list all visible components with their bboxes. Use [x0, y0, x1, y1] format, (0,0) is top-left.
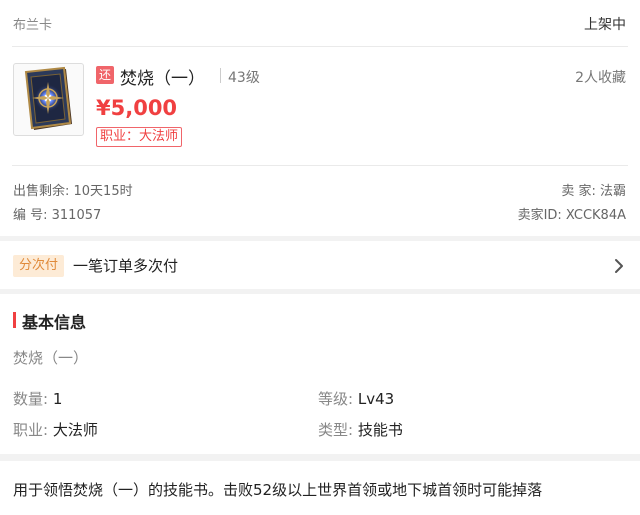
job-field: 职业: 大法师 [13, 419, 98, 440]
item-price: ¥5,000 [96, 96, 178, 120]
quantity-field: 数量: 1 [13, 388, 62, 409]
favorite-count[interactable]: 2人收藏 [575, 67, 626, 87]
level-field: 等级: Lv43 [318, 388, 394, 409]
item-description: 用于领悟焚烧（一）的技能书。击败52级以上世界首领或地下城首领时可能掉落 [13, 481, 543, 499]
listing-status: 上架中 [584, 17, 626, 33]
field-value: 1 [52, 390, 63, 408]
field-label: 类型: [318, 421, 354, 439]
chevron-right-icon [615, 259, 623, 273]
seller-name: 卖 家: 法霸 [561, 184, 626, 199]
item-name: 焚烧（一） [120, 69, 205, 89]
field-label: 等级: [318, 390, 354, 408]
installment-payment-row[interactable]: 分次付 一笔订单多次付 [0, 241, 640, 289]
field-value: 大法师 [52, 421, 98, 439]
remaining-time: 出售剩余: 10天15时 [13, 184, 133, 199]
item-level: 43级 [228, 70, 260, 86]
divider [12, 165, 628, 166]
return-badge: 还 [96, 66, 114, 84]
serial-number: 编 号: 311057 [13, 208, 102, 223]
field-value: 技能书 [357, 421, 403, 439]
divider [220, 68, 221, 83]
item-card: 布兰卡 上架中 还 焚烧（一） 43级 2人收藏 ¥5,000 职业：大法师 出… [0, 0, 640, 236]
job-tag: 职业：大法师 [96, 127, 183, 147]
spellbook-icon [24, 66, 72, 130]
section-accent-bar [13, 312, 16, 328]
section-title: 基本信息 [22, 313, 87, 332]
field-label: 职业: [13, 421, 49, 439]
field-label: 数量: [13, 390, 49, 408]
server-name: 布兰卡 [13, 18, 53, 33]
basic-info-section: 基本信息 焚烧（一） 数量: 1 等级: Lv43 职业: 大法师 类型: 技能… [0, 294, 640, 454]
divider [12, 46, 628, 47]
description-section: 用于领悟焚烧（一）的技能书。击败52级以上世界首领或地下城首领时可能掉落 [0, 461, 640, 515]
seller-id: 卖家ID: XCCK84A [517, 208, 626, 223]
item-thumbnail[interactable] [13, 63, 84, 136]
item-subname: 焚烧（一） [13, 349, 89, 367]
installment-text: 一笔订单多次付 [73, 257, 179, 275]
type-field: 类型: 技能书 [318, 419, 403, 440]
installment-tag: 分次付 [13, 255, 65, 277]
field-value: Lv43 [357, 390, 395, 408]
